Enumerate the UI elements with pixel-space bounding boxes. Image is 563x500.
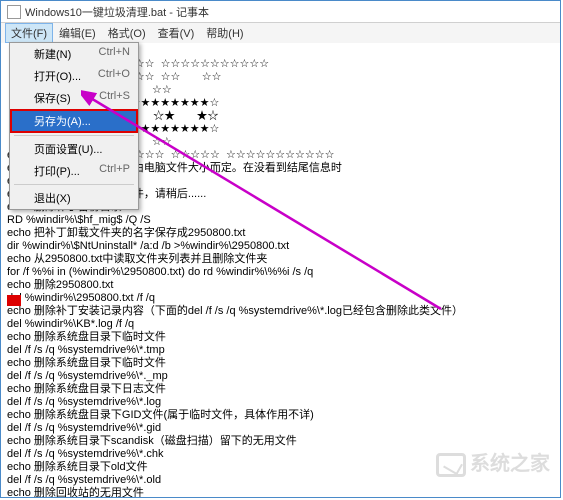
menu-page-setup[interactable]: 页面设置(U)... bbox=[10, 138, 138, 160]
content-line: del /f /s /q %systemdrive%\*._mp bbox=[7, 370, 554, 383]
menubar: 文件(F) 编辑(E) 格式(O) 查看(V) 帮助(H) bbox=[1, 23, 560, 43]
menu-print[interactable]: 打印(P)... Ctrl+P bbox=[10, 160, 138, 182]
content-line: echo 删除系统盘目录下日志文件 bbox=[7, 383, 554, 396]
content-line: echo 删除补丁安装记录内容（下面的del /f /s /q %systemd… bbox=[7, 305, 554, 318]
menu-save-as-label: 另存为(A)... bbox=[34, 113, 91, 129]
menu-exit-label: 退出(X) bbox=[34, 190, 71, 206]
file-menu-dropdown: 新建(N) Ctrl+N 打开(O)... Ctrl+O 保存(S) Ctrl+S 另… bbox=[9, 42, 139, 210]
content-line: del %windir%\2950800.txt /f /q bbox=[7, 292, 554, 305]
menu-help[interactable]: 帮助(H) bbox=[200, 23, 249, 43]
menu-separator bbox=[14, 184, 134, 185]
menu-open-shortcut: Ctrl+O bbox=[98, 68, 130, 84]
menu-file[interactable]: 文件(F) bbox=[5, 23, 53, 43]
menu-new-label: 新建(N) bbox=[34, 46, 71, 62]
menu-save-shortcut: Ctrl+S bbox=[99, 90, 130, 106]
menu-print-label: 打印(P)... bbox=[34, 163, 80, 179]
menu-open[interactable]: 打开(O)... Ctrl+O bbox=[10, 65, 138, 87]
content-line: del /f /s /q %systemdrive%\*.tmp bbox=[7, 344, 554, 357]
titlebar: Windows10一键垃圾清理.bat - 记事本 bbox=[1, 1, 560, 23]
content-line: echo 把补丁卸载文件夹的名字保存成2950800.txt bbox=[7, 227, 554, 240]
window-title: Windows10一键垃圾清理.bat - 记事本 bbox=[25, 4, 209, 20]
red-annotation-mark bbox=[7, 295, 21, 306]
watermark: 系统之家 bbox=[436, 447, 550, 477]
app-icon bbox=[7, 5, 21, 19]
content-line: echo 删除系统盘目录下临时文件 bbox=[7, 331, 554, 344]
watermark-icon bbox=[436, 453, 466, 477]
menu-save-as[interactable]: 另存为(A)... bbox=[10, 109, 138, 133]
content-line: del %windir%\KB*.log /f /q bbox=[7, 318, 554, 331]
menu-new-shortcut: Ctrl+N bbox=[99, 46, 130, 62]
content-line: RD %windir%\$hf_mig$ /Q /S bbox=[7, 214, 554, 227]
menu-new[interactable]: 新建(N) Ctrl+N bbox=[10, 43, 138, 65]
menu-page-setup-label: 页面设置(U)... bbox=[34, 141, 102, 157]
menu-separator bbox=[14, 135, 134, 136]
content-line: del /f /s /q %systemdrive%\*.gid bbox=[7, 422, 554, 435]
content-line: echo 从2950800.txt中读取文件夹列表并且删除文件夹 bbox=[7, 253, 554, 266]
watermark-text: 系统之家 bbox=[470, 453, 550, 475]
notepad-window: Windows10一键垃圾清理.bat - 记事本 文件(F) 编辑(E) 格式… bbox=[0, 0, 561, 498]
menu-exit[interactable]: 退出(X) bbox=[10, 187, 138, 209]
menu-edit[interactable]: 编辑(E) bbox=[53, 23, 102, 43]
content-line: echo 删除2950800.txt bbox=[7, 279, 554, 292]
menu-print-shortcut: Ctrl+P bbox=[99, 163, 130, 179]
content-line: echo 删除系统盘目录下GID文件(属于临时文件，具体作用不详) bbox=[7, 409, 554, 422]
content-line: echo 删除回收站的无用文件 bbox=[7, 487, 554, 497]
content-line: del /f /s /q %systemdrive%\*.log bbox=[7, 396, 554, 409]
menu-save[interactable]: 保存(S) Ctrl+S bbox=[10, 87, 138, 109]
content-line: for /f %%i in (%windir%\2950800.txt) do … bbox=[7, 266, 554, 279]
menu-view[interactable]: 查看(V) bbox=[152, 23, 201, 43]
menu-format[interactable]: 格式(O) bbox=[102, 23, 152, 43]
content-line: echo 删除系统目录下scandisk（磁盘扫描）留下的无用文件 bbox=[7, 435, 554, 448]
content-line: echo 删除系统盘目录下临时文件 bbox=[7, 357, 554, 370]
menu-open-label: 打开(O)... bbox=[34, 68, 81, 84]
content-line: dir %windir%\$NtUninstall* /a:d /b >%win… bbox=[7, 240, 554, 253]
menu-save-label: 保存(S) bbox=[34, 90, 71, 106]
